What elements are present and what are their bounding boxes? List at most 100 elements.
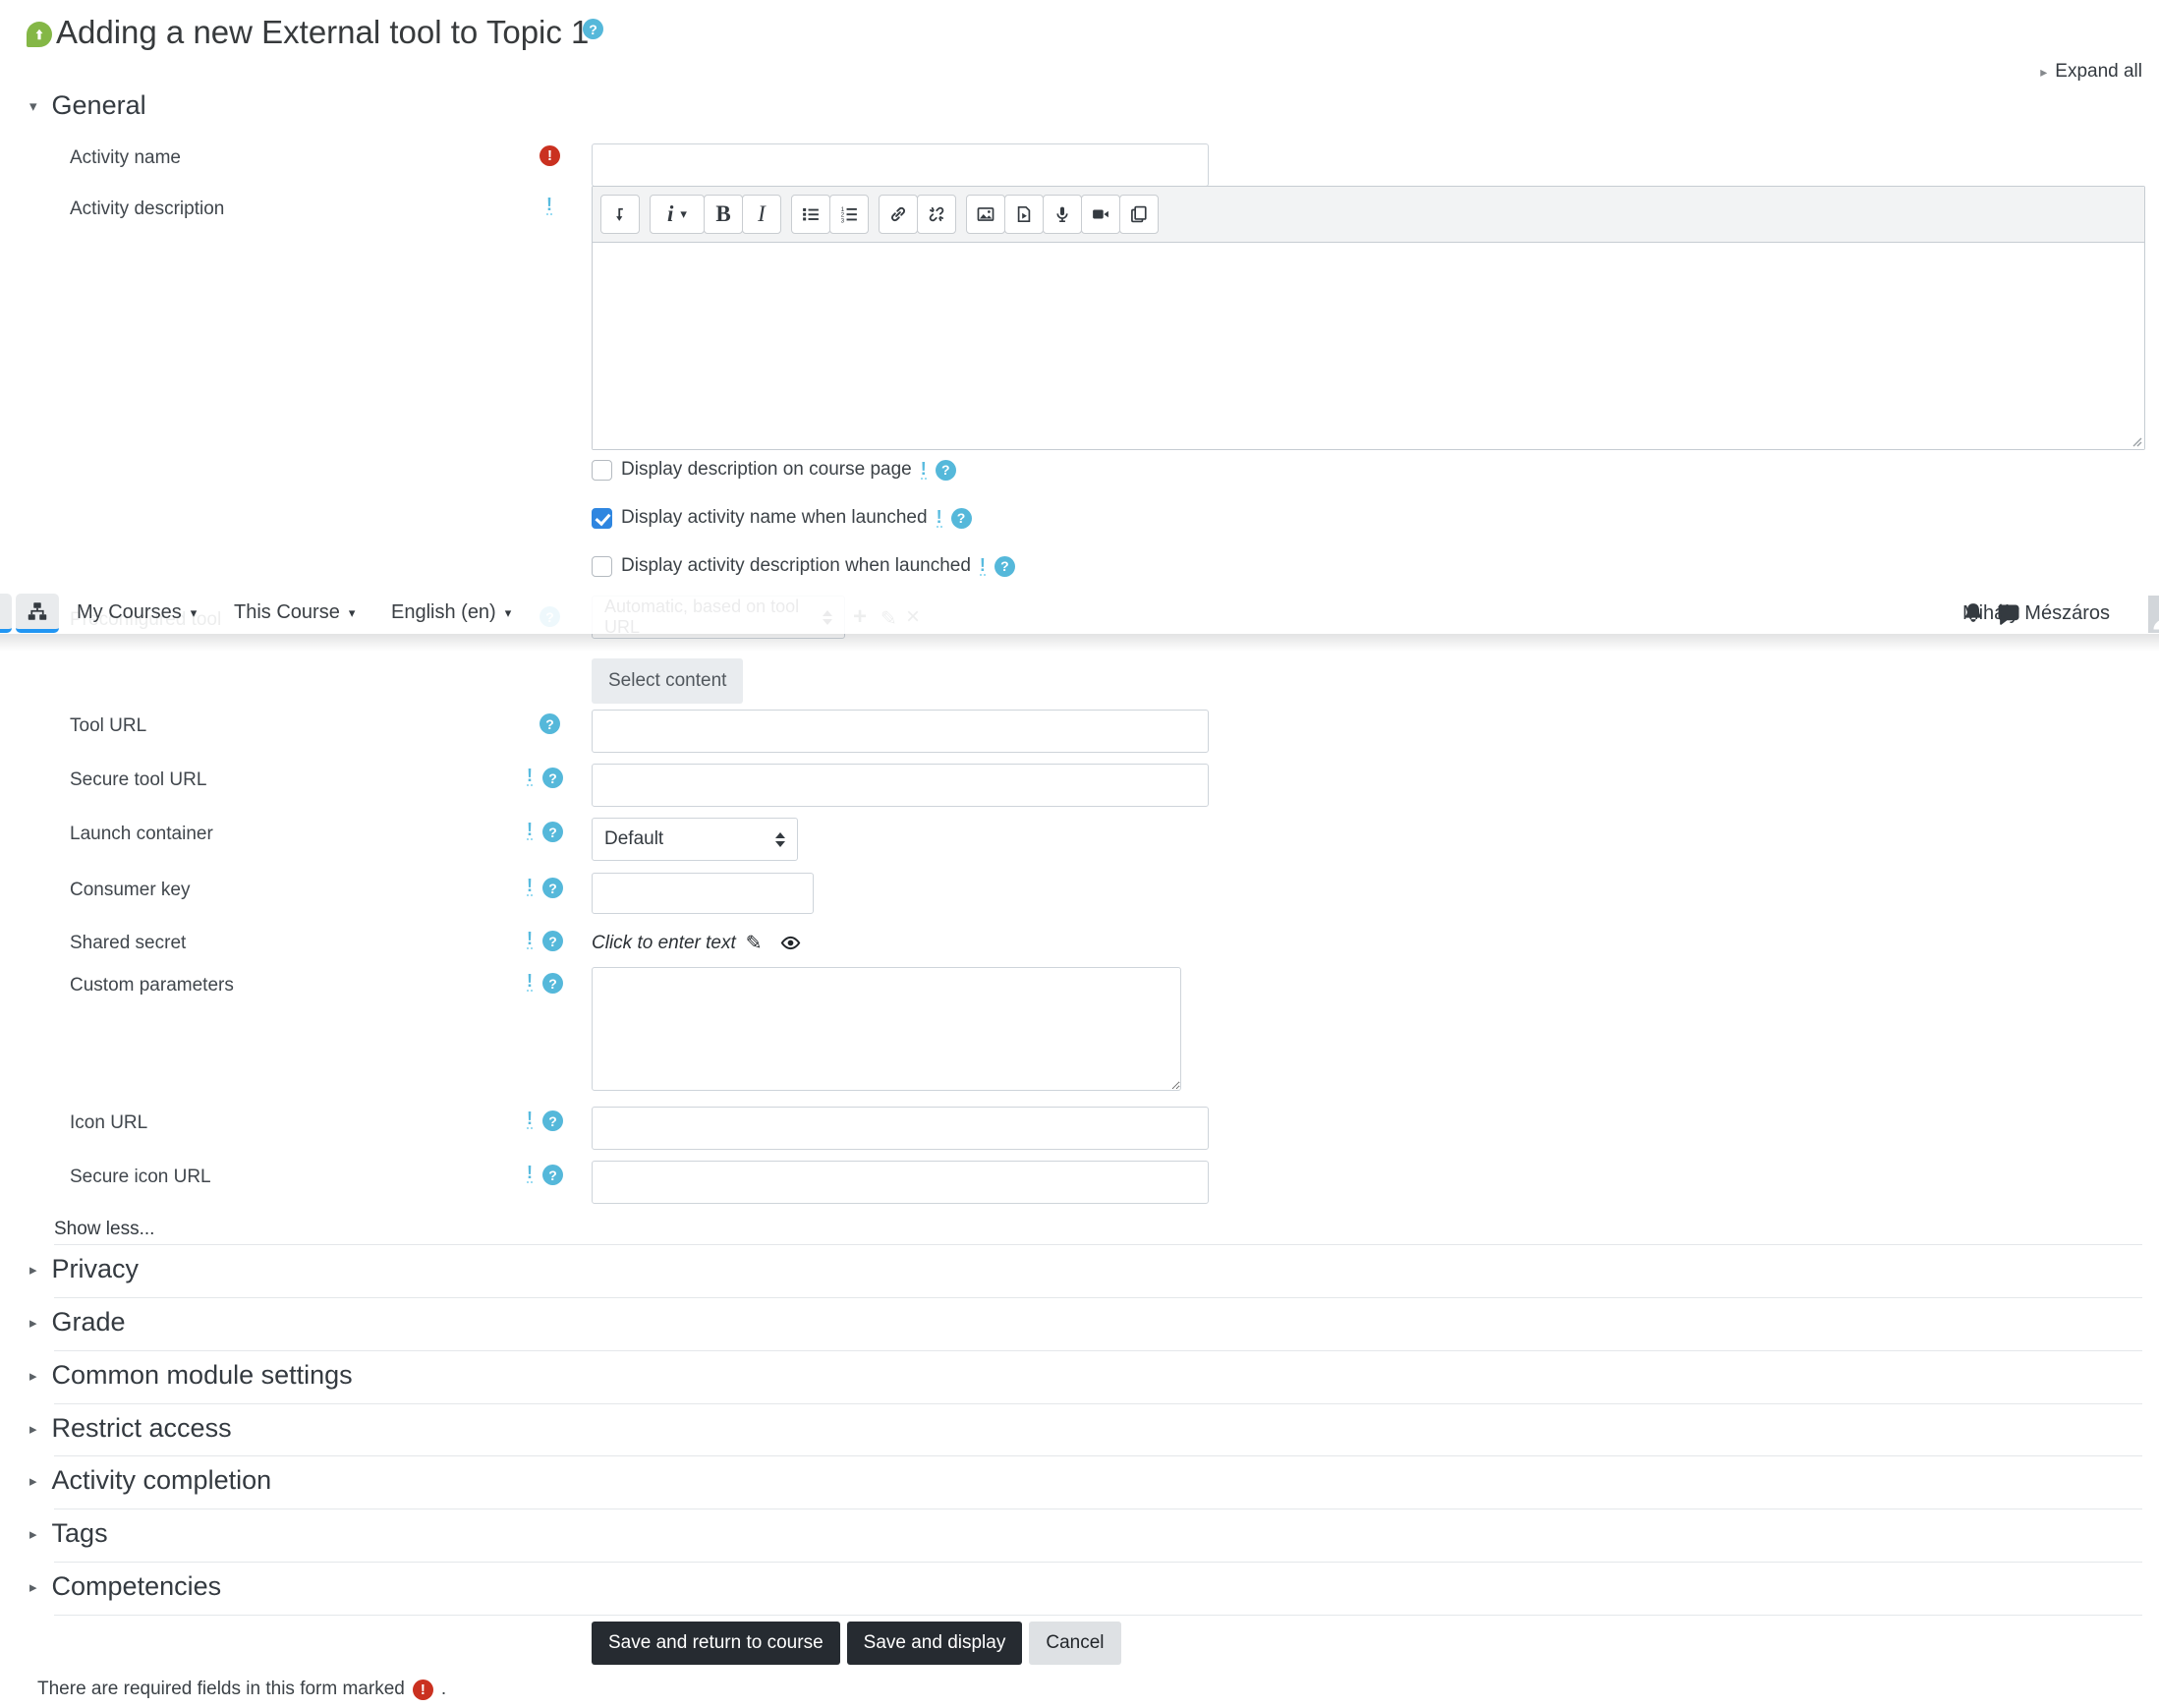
custom-parameters-textarea[interactable] [592, 967, 1181, 1091]
checkbox-label[interactable]: Display activity name when launched [621, 507, 928, 529]
chevron-down-icon: ▾ [504, 604, 512, 620]
checkbox-row: Display activity description when launch… [592, 555, 1015, 577]
advanced-icon: ! [920, 458, 927, 480]
pencil-icon[interactable]: ✎ [746, 931, 763, 955]
secure-tool-url-label: Secure tool URL [70, 769, 207, 790]
help-icon[interactable]: ? [540, 713, 560, 734]
save-and-return-button[interactable]: Save and return to course [592, 1622, 840, 1665]
advanced-icon: ! [936, 506, 942, 528]
divider [54, 1615, 2142, 1616]
icon-url-input[interactable] [592, 1107, 1209, 1150]
sitemap-icon[interactable] [16, 594, 59, 633]
checkbox-row: Display description on course page ! ? [592, 459, 956, 481]
activity-description-label: Activity description [70, 199, 225, 219]
record-video-icon[interactable] [1081, 195, 1120, 234]
consumer-key-input[interactable] [592, 873, 814, 914]
unordered-list-icon[interactable] [791, 195, 830, 234]
moodle-external-tool-form-page: Adding a new External tool to Topic 1 ? … [0, 0, 2159, 1708]
show-less-link[interactable]: Show less... [54, 1219, 154, 1240]
link-icon[interactable] [879, 195, 918, 234]
chevron-down-icon: ▾ [190, 604, 198, 620]
icon-url-label: Icon URL [70, 1112, 148, 1133]
section-activity-completion[interactable]: ▸ Activity completion [29, 1465, 271, 1496]
tool-url-label: Tool URL [70, 715, 147, 736]
divider [54, 1403, 2142, 1404]
checkbox-label[interactable]: Display description on course page [621, 459, 912, 481]
nav-my-courses[interactable]: My Courses ▾ [77, 601, 197, 624]
help-icon[interactable]: ? [542, 1110, 563, 1131]
section-common-module-settings[interactable]: ▸ Common module settings [29, 1360, 353, 1391]
manage-files-icon[interactable] [1119, 195, 1159, 234]
expand-all-link[interactable]: ▸ Expand all [2040, 61, 2142, 83]
svg-text:3: 3 [841, 217, 845, 223]
consumer-key-label: Consumer key [70, 880, 191, 900]
media-icon[interactable] [1004, 195, 1044, 234]
help-icon[interactable]: ? [542, 878, 563, 898]
eye-icon[interactable] [780, 933, 801, 953]
ordered-list-icon[interactable]: 123 [829, 195, 869, 234]
select-arrows-icon [775, 831, 785, 847]
bold-icon[interactable]: B [704, 195, 743, 234]
chevron-down-icon: ▾ [348, 604, 356, 620]
display-activity-description-checkbox[interactable] [592, 555, 612, 577]
collapse-triangle-icon: ▾ [29, 97, 37, 115]
divider [54, 1455, 2142, 1456]
select-content-button[interactable]: Select content [592, 658, 744, 704]
nav-language[interactable]: English (en) ▾ [391, 601, 511, 624]
help-icon[interactable]: ? [542, 973, 563, 994]
record-audio-icon[interactable] [1043, 195, 1082, 234]
advanced-icon: ! [527, 766, 533, 786]
resize-grip-icon[interactable] [2129, 433, 2142, 447]
form-actions: Save and return to course Save and displ… [592, 1622, 1121, 1665]
collapsed-triangle-icon: ▸ [29, 1261, 37, 1279]
divider [54, 1350, 2142, 1351]
launch-container-select[interactable]: Default [592, 818, 798, 861]
section-tags[interactable]: ▸ Tags [29, 1518, 108, 1549]
activity-name-input[interactable] [592, 143, 1209, 187]
activity-description-editor: i ▾ B I 123 [592, 186, 2145, 450]
help-icon[interactable]: ? [542, 822, 563, 842]
click-to-enter-text[interactable]: Click to enter text [592, 933, 736, 954]
nav-this-course[interactable]: This Course ▾ [234, 601, 355, 624]
tool-url-input[interactable] [592, 710, 1209, 753]
user-name[interactable]: Mihály Mészáros [1962, 602, 2110, 625]
top-navbar: My Courses ▾ This Course ▾ English (en) ▾ M… [0, 593, 2159, 634]
checkbox-row: Display activity name when launched ! ? [592, 507, 972, 529]
advanced-icon: ! [527, 929, 533, 949]
expand-all-triangle-icon: ▸ [2040, 63, 2048, 80]
divider [54, 1244, 2142, 1245]
unlink-icon[interactable] [917, 195, 956, 234]
paragraph-styles-icon[interactable]: i ▾ [650, 195, 705, 234]
divider [54, 1562, 2142, 1563]
section-privacy[interactable]: ▸ Privacy [29, 1254, 139, 1284]
section-restrict-access[interactable]: ▸ Restrict access [29, 1413, 232, 1444]
secure-icon-url-input[interactable] [592, 1161, 1209, 1204]
advanced-icon: ! [527, 1163, 533, 1183]
shared-secret-label: Shared secret [70, 933, 187, 953]
collapsed-triangle-icon: ▸ [29, 1420, 37, 1438]
cancel-button[interactable]: Cancel [1029, 1622, 1121, 1665]
section-general[interactable]: ▾ General [29, 90, 146, 121]
display-description-checkbox[interactable] [592, 459, 612, 481]
advanced-icon: ! [527, 876, 533, 896]
secure-icon-url-label: Secure icon URL [70, 1167, 211, 1187]
secure-tool-url-input[interactable] [592, 764, 1209, 807]
title-help-icon[interactable]: ? [583, 19, 603, 39]
help-icon[interactable]: ? [542, 931, 563, 951]
editor-content-area[interactable] [593, 243, 2144, 449]
display-activity-name-checkbox[interactable] [592, 507, 612, 529]
section-grade[interactable]: ▸ Grade [29, 1307, 126, 1338]
image-icon[interactable] [966, 195, 1005, 234]
checkbox-label[interactable]: Display activity description when launch… [621, 555, 971, 577]
help-icon[interactable]: ? [935, 459, 956, 481]
section-competencies[interactable]: ▸ Competencies [29, 1571, 221, 1602]
avatar[interactable] [2148, 596, 2159, 633]
save-and-display-button[interactable]: Save and display [846, 1622, 1023, 1665]
collapse-toolbar-icon[interactable] [600, 195, 640, 234]
help-icon[interactable]: ? [542, 768, 563, 788]
italic-icon[interactable]: I [742, 195, 781, 234]
help-icon[interactable]: ? [950, 507, 972, 529]
help-icon[interactable]: ? [542, 1165, 563, 1185]
help-icon[interactable]: ? [994, 555, 1015, 577]
nav-tab-partial[interactable] [0, 594, 12, 633]
